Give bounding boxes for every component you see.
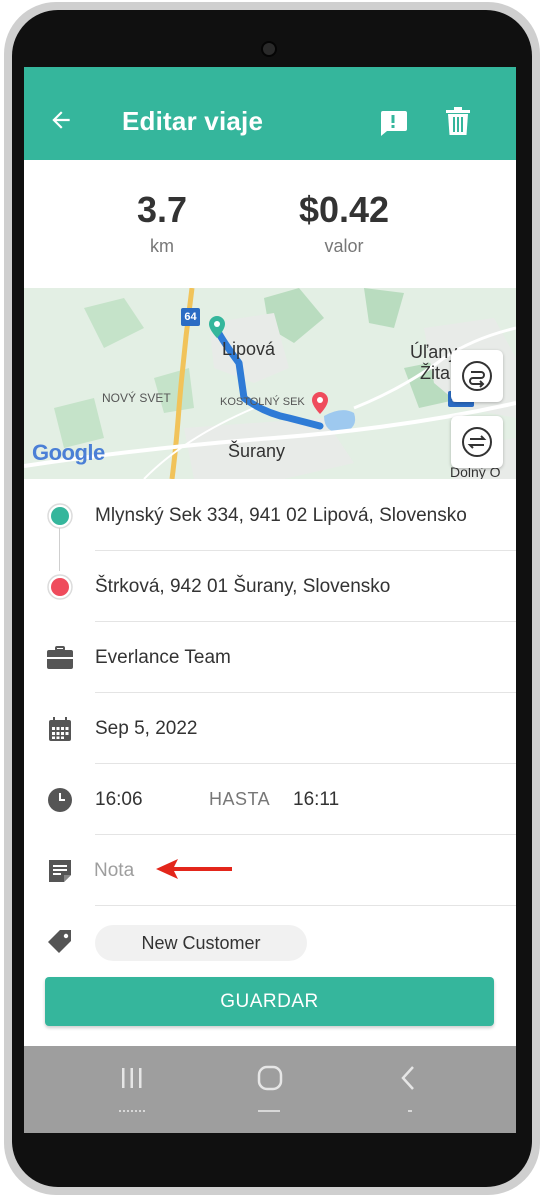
nav-indicator	[408, 1110, 412, 1114]
map-label-novy-svet: NOVÝ SVET	[102, 391, 171, 405]
amount-stat: $0.42 valor	[279, 190, 409, 257]
map-label-surany: Šurany	[228, 441, 286, 461]
map-label-zitava: Žita	[420, 363, 451, 383]
until-label: HASTA	[209, 789, 271, 809]
app-bar: Editar viaje	[24, 67, 516, 160]
swap-direction-button[interactable]	[451, 416, 503, 468]
route-map[interactable]: 64 580 Lipová NOVÝ SVET KOSTOLNÝ SEK Šur…	[24, 288, 516, 479]
save-button[interactable]: GUARDAR	[45, 977, 494, 1026]
team-name: Everlance Team	[95, 647, 231, 668]
trip-date: Sep 5, 2022	[95, 718, 198, 739]
time-row: 16:06 HASTA 16:11	[24, 764, 516, 835]
system-nav-bar	[24, 1046, 516, 1133]
home-icon[interactable]	[255, 1063, 285, 1093]
nav-indicator	[258, 1110, 280, 1114]
trip-stats: 3.7 km $0.42 valor	[24, 160, 516, 288]
briefcase-icon	[47, 646, 73, 669]
amount-label: valor	[324, 236, 364, 256]
distance-unit: km	[150, 236, 174, 256]
recent-apps-icon[interactable]	[118, 1063, 146, 1093]
swap-icon	[462, 427, 492, 457]
end-location-dot-icon	[47, 574, 73, 600]
end-address: Štrková, 942 01 Šurany, Slovensko	[95, 576, 391, 597]
date-row[interactable]: Sep 5, 2022	[24, 693, 516, 764]
route-options-button[interactable]	[451, 350, 503, 402]
route-icon	[462, 361, 492, 391]
divider	[95, 905, 516, 906]
app-screen: Editar viaje 3.7 km $0.42 valor 64 Lipov…	[24, 67, 516, 1133]
note-icon	[49, 860, 71, 882]
map-label-lipova: Lipová	[222, 339, 276, 359]
arrow-left-icon[interactable]	[48, 107, 74, 133]
tag-chip[interactable]: New Customer	[95, 925, 307, 961]
start-address: Mlynský Sek 334, 941 02 Lipová, Slovensk…	[95, 505, 467, 526]
distance-value: 3.7	[136, 189, 188, 230]
annotation-arrow-icon	[156, 859, 232, 879]
distance-stat: 3.7 km	[112, 190, 212, 257]
trash-icon[interactable]	[446, 107, 470, 135]
calendar-icon	[49, 717, 71, 741]
tag-icon	[48, 930, 71, 953]
start-address-row[interactable]: Mlynský Sek 334, 941 02 Lipová, Slovensk…	[24, 480, 516, 551]
nav-indicator	[119, 1110, 145, 1114]
map-label-kostolny-sek: KOSTOLNÝ SEK	[220, 396, 305, 408]
road-badge: 64	[184, 311, 197, 323]
start-time[interactable]: 16:06	[95, 764, 143, 835]
front-camera	[263, 43, 275, 55]
clock-icon	[48, 788, 72, 812]
report-icon[interactable]	[378, 110, 408, 136]
amount-value: $0.42	[298, 189, 390, 230]
end-time[interactable]: 16:11	[293, 764, 339, 835]
page-title: Editar viaje	[122, 106, 264, 136]
team-row[interactable]: Everlance Team	[24, 622, 516, 693]
note-input[interactable]: Nota	[94, 835, 134, 906]
system-back-icon[interactable]	[395, 1063, 423, 1093]
google-attribution: Google	[32, 440, 105, 465]
end-address-row[interactable]: Štrková, 942 01 Šurany, Slovensko	[24, 551, 516, 622]
note-row[interactable]: Nota	[24, 835, 516, 906]
start-location-dot-icon	[47, 503, 73, 529]
